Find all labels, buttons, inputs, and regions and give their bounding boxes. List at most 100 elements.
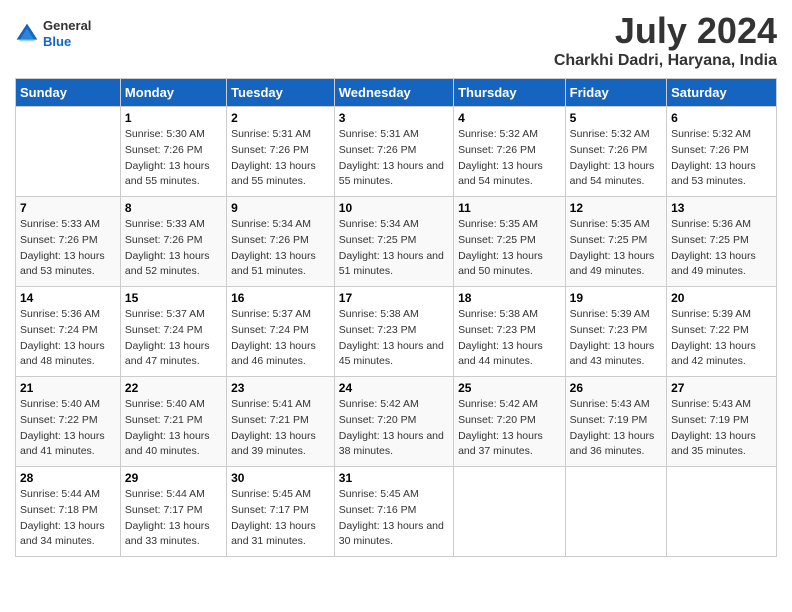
page-header: General Blue July 2024 Charkhi Dadri, Ha… [15, 10, 777, 70]
calendar-cell: 3 Sunrise: 5:31 AMSunset: 7:26 PMDaylight… [334, 107, 453, 197]
calendar-cell: 30 Sunrise: 5:45 AMSunset: 7:17 PMDayligh… [227, 467, 335, 557]
calendar-cell: 7 Sunrise: 5:33 AMSunset: 7:26 PMDaylight… [16, 197, 121, 287]
calendar-cell: 15 Sunrise: 5:37 AMSunset: 7:24 PMDayligh… [120, 287, 226, 377]
logo-text: General Blue [43, 18, 91, 49]
day-detail: Sunrise: 5:36 AMSunset: 7:25 PMDaylight:… [671, 217, 772, 280]
column-header-sunday: Sunday [16, 79, 121, 107]
calendar-cell: 8Sunrise: 5:33 AMSunset: 7:26 PMDaylight… [120, 197, 226, 287]
calendar-cell: 31Sunrise: 5:45 AMSunset: 7:16 PMDayligh… [334, 467, 453, 557]
logo-icon [15, 22, 39, 46]
calendar-cell: 19Sunrise: 5:39 AMSunset: 7:23 PMDayligh… [565, 287, 666, 377]
calendar-cell [16, 107, 121, 197]
day-detail: Sunrise: 5:45 AMSunset: 7:17 PMDaylight:… [231, 487, 330, 550]
day-number: 19 [570, 291, 662, 305]
day-detail: Sunrise: 5:37 AMSunset: 7:24 PMDaylight:… [125, 307, 222, 370]
week-row-5: 28 Sunrise: 5:44 AMSunset: 7:18 PMDayligh… [16, 467, 777, 557]
day-detail: Sunrise: 5:31 AMSunset: 7:26 PMDaylight:… [231, 127, 330, 190]
calendar-cell: 11 Sunrise: 5:35 AMSunset: 7:25 PMDayligh… [454, 197, 566, 287]
calendar-cell [454, 467, 566, 557]
day-detail: Sunrise: 5:38 AMSunset: 7:23 PMDaylight:… [458, 307, 561, 370]
day-number: 14 [20, 291, 116, 305]
day-detail: Sunrise: 5:35 AMSunset: 7:25 PMDaylight:… [458, 217, 561, 280]
day-detail: Sunrise: 5:34 AMSunset: 7:25 PMDaylight:… [339, 217, 449, 280]
calendar-cell [565, 467, 666, 557]
day-detail: Sunrise: 5:33 AMSunset: 7:26 PMDaylight:… [20, 217, 116, 280]
day-detail: Sunrise: 5:44 AMSunset: 7:18 PMDaylight:… [20, 487, 116, 550]
day-number: 11 [458, 201, 561, 215]
day-number: 17 [339, 291, 449, 305]
day-number: 12 [570, 201, 662, 215]
day-detail: Sunrise: 5:43 AMSunset: 7:19 PMDaylight:… [671, 397, 772, 460]
day-number: 31 [339, 471, 449, 485]
calendar-cell: 12 Sunrise: 5:35 AMSunset: 7:25 PMDayligh… [565, 197, 666, 287]
day-number: 25 [458, 381, 561, 395]
calendar-cell: 29 Sunrise: 5:44 AMSunset: 7:17 PMDayligh… [120, 467, 226, 557]
day-number: 29 [125, 471, 222, 485]
calendar-cell: 26Sunrise: 5:43 AMSunset: 7:19 PMDayligh… [565, 377, 666, 467]
day-detail: Sunrise: 5:42 AMSunset: 7:20 PMDaylight:… [458, 397, 561, 460]
subtitle: Charkhi Dadri, Haryana, India [554, 52, 777, 70]
day-detail: Sunrise: 5:41 AMSunset: 7:21 PMDaylight:… [231, 397, 330, 460]
calendar-cell: 2Sunrise: 5:31 AMSunset: 7:26 PMDaylight… [227, 107, 335, 197]
calendar-cell: 28 Sunrise: 5:44 AMSunset: 7:18 PMDayligh… [16, 467, 121, 557]
day-detail: Sunrise: 5:32 AMSunset: 7:26 PMDaylight:… [570, 127, 662, 190]
day-detail: Sunrise: 5:32 AMSunset: 7:26 PMDaylight:… [671, 127, 772, 190]
header-row: SundayMondayTuesdayWednesdayThursdayFrid… [16, 79, 777, 107]
logo-general: General [43, 18, 91, 34]
day-number: 13 [671, 201, 772, 215]
day-detail: Sunrise: 5:30 AMSunset: 7:26 PMDaylight:… [125, 127, 222, 190]
calendar-cell: 22Sunrise: 5:40 AMSunset: 7:21 PMDayligh… [120, 377, 226, 467]
calendar-cell: 14 Sunrise: 5:36 AMSunset: 7:24 PMDayligh… [16, 287, 121, 377]
day-detail: Sunrise: 5:36 AMSunset: 7:24 PMDaylight:… [20, 307, 116, 370]
column-header-thursday: Thursday [454, 79, 566, 107]
calendar-cell: 1 Sunrise: 5:30 AMSunset: 7:26 PMDaylight… [120, 107, 226, 197]
day-number: 1 [125, 111, 222, 125]
day-number: 21 [20, 381, 116, 395]
day-detail: Sunrise: 5:44 AMSunset: 7:17 PMDaylight:… [125, 487, 222, 550]
calendar-cell: 20Sunrise: 5:39 AMSunset: 7:22 PMDayligh… [667, 287, 777, 377]
day-number: 7 [20, 201, 116, 215]
day-detail: Sunrise: 5:37 AMSunset: 7:24 PMDaylight:… [231, 307, 330, 370]
day-detail: Sunrise: 5:39 AMSunset: 7:22 PMDaylight:… [671, 307, 772, 370]
day-number: 30 [231, 471, 330, 485]
logo-blue: Blue [43, 34, 91, 50]
day-number: 8 [125, 201, 222, 215]
calendar-cell: 6 Sunrise: 5:32 AMSunset: 7:26 PMDaylight… [667, 107, 777, 197]
day-number: 15 [125, 291, 222, 305]
calendar-cell: 21 Sunrise: 5:40 AMSunset: 7:22 PMDayligh… [16, 377, 121, 467]
week-row-4: 21 Sunrise: 5:40 AMSunset: 7:22 PMDayligh… [16, 377, 777, 467]
day-number: 5 [570, 111, 662, 125]
day-number: 28 [20, 471, 116, 485]
day-detail: Sunrise: 5:31 AMSunset: 7:26 PMDaylight:… [339, 127, 449, 190]
day-number: 6 [671, 111, 772, 125]
day-number: 10 [339, 201, 449, 215]
calendar-cell: 10 Sunrise: 5:34 AMSunset: 7:25 PMDayligh… [334, 197, 453, 287]
main-title: July 2024 [554, 10, 777, 52]
day-detail: Sunrise: 5:38 AMSunset: 7:23 PMDaylight:… [339, 307, 449, 370]
week-row-3: 14 Sunrise: 5:36 AMSunset: 7:24 PMDayligh… [16, 287, 777, 377]
day-number: 22 [125, 381, 222, 395]
week-row-2: 7 Sunrise: 5:33 AMSunset: 7:26 PMDaylight… [16, 197, 777, 287]
calendar-cell: 17 Sunrise: 5:38 AMSunset: 7:23 PMDayligh… [334, 287, 453, 377]
day-detail: Sunrise: 5:42 AMSunset: 7:20 PMDaylight:… [339, 397, 449, 460]
calendar-cell: 23Sunrise: 5:41 AMSunset: 7:21 PMDayligh… [227, 377, 335, 467]
day-number: 9 [231, 201, 330, 215]
calendar-cell: 24 Sunrise: 5:42 AMSunset: 7:20 PMDayligh… [334, 377, 453, 467]
day-number: 27 [671, 381, 772, 395]
logo: General Blue [15, 18, 91, 49]
calendar-table: SundayMondayTuesdayWednesdayThursdayFrid… [15, 78, 777, 557]
day-number: 26 [570, 381, 662, 395]
calendar-cell: 4Sunrise: 5:32 AMSunset: 7:26 PMDaylight… [454, 107, 566, 197]
day-number: 4 [458, 111, 561, 125]
day-detail: Sunrise: 5:34 AMSunset: 7:26 PMDaylight:… [231, 217, 330, 280]
column-header-wednesday: Wednesday [334, 79, 453, 107]
column-header-monday: Monday [120, 79, 226, 107]
day-detail: Sunrise: 5:35 AMSunset: 7:25 PMDaylight:… [570, 217, 662, 280]
day-number: 3 [339, 111, 449, 125]
calendar-cell: 27 Sunrise: 5:43 AMSunset: 7:19 PMDayligh… [667, 377, 777, 467]
title-block: July 2024 Charkhi Dadri, Haryana, India [554, 10, 777, 70]
day-detail: Sunrise: 5:40 AMSunset: 7:22 PMDaylight:… [20, 397, 116, 460]
day-number: 24 [339, 381, 449, 395]
calendar-cell: 13 Sunrise: 5:36 AMSunset: 7:25 PMDayligh… [667, 197, 777, 287]
week-row-1: 1 Sunrise: 5:30 AMSunset: 7:26 PMDaylight… [16, 107, 777, 197]
